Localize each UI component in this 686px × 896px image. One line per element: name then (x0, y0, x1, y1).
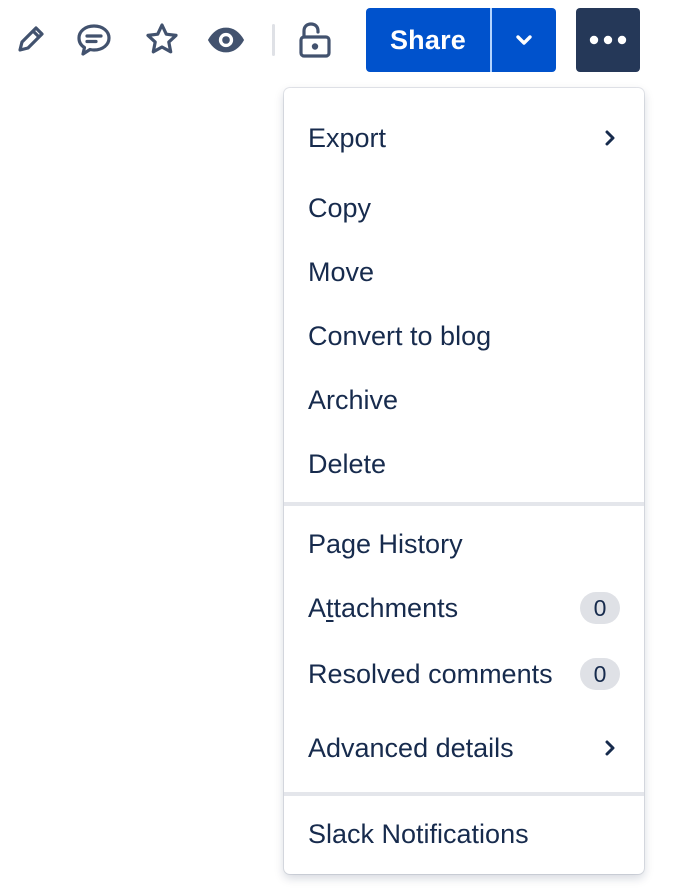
resolved-comments-count-badge: 0 (580, 658, 620, 690)
share-button-group: Share (366, 8, 556, 72)
page-toolbar: Share (0, 0, 686, 80)
star-icon[interactable] (142, 20, 182, 60)
menu-item-delete[interactable]: Delete (284, 436, 644, 492)
menu-item-resolved-comments[interactable]: Resolved comments 0 (284, 646, 644, 702)
share-button[interactable]: Share (366, 8, 490, 72)
menu-item-advanced-details[interactable]: Advanced details (284, 720, 644, 776)
label-suffix: tachments (333, 592, 459, 623)
menu-item-label: Copy (308, 192, 372, 223)
more-actions-button[interactable] (576, 8, 640, 72)
chevron-down-icon (516, 35, 532, 45)
menu-item-label: Move (308, 256, 375, 287)
access-key-letter: t (326, 592, 334, 623)
menu-separator (284, 792, 644, 796)
menu-item-label: Advanced details (308, 732, 514, 763)
menu-separator (284, 502, 644, 506)
menu-item-page-history[interactable]: Page History (284, 516, 644, 572)
menu-item-label: Attachments (308, 593, 580, 624)
chevron-right-icon (605, 740, 615, 756)
menu-item-slack-notifications[interactable]: Slack Notifications (284, 806, 644, 862)
menu-item-label: Export (308, 122, 387, 153)
unlock-icon[interactable] (294, 20, 334, 60)
chevron-right-icon (605, 130, 615, 146)
menu-item-label: Delete (308, 448, 387, 479)
menu-item-move[interactable]: Move (284, 244, 644, 300)
ellipsis-icon (589, 35, 627, 45)
menu-item-label: Slack Notifications (308, 818, 529, 849)
share-button-label: Share (389, 24, 467, 55)
attachments-count-badge: 0 (580, 592, 620, 624)
menu-item-export[interactable]: Export (284, 110, 644, 166)
eye-icon[interactable] (206, 20, 246, 60)
comment-icon[interactable] (74, 20, 114, 60)
menu-item-convert-to-blog[interactable]: Convert to blog (284, 308, 644, 364)
label-prefix: A (308, 592, 327, 623)
menu-item-attachments[interactable]: Attachments 0 (284, 580, 644, 636)
menu-item-label: Convert to blog (308, 320, 492, 351)
menu-item-label: Page History (308, 528, 463, 559)
more-actions-menu: Export Copy Move Convert to blog Archive… (284, 88, 644, 874)
menu-item-label: Archive (308, 384, 399, 415)
pencil-icon[interactable] (10, 20, 50, 60)
menu-item-archive[interactable]: Archive (284, 372, 644, 428)
menu-item-copy[interactable]: Copy (284, 180, 644, 236)
toolbar-divider (272, 24, 275, 56)
share-dropdown-button[interactable] (492, 8, 556, 72)
menu-item-label: Resolved comments (308, 658, 553, 689)
